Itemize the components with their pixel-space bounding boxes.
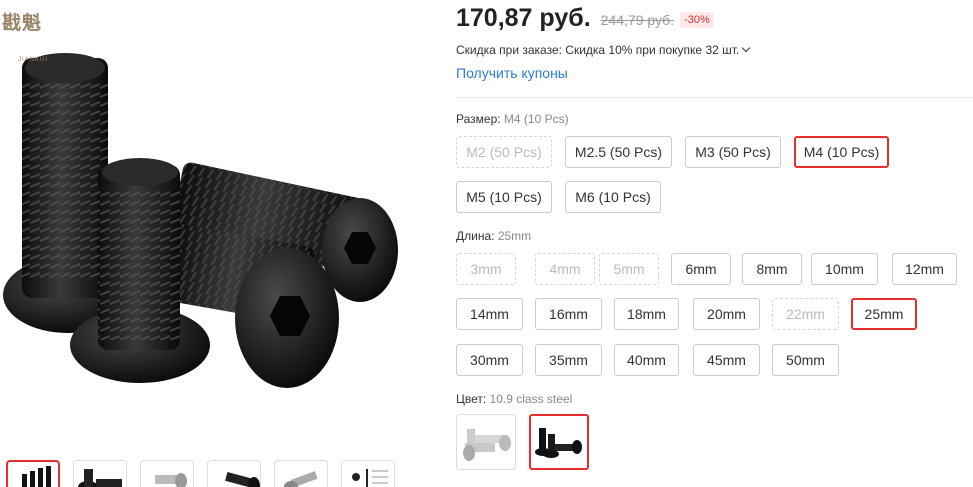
- length-option[interactable]: 5mm: [599, 253, 659, 285]
- length-option[interactable]: 25mm: [851, 298, 917, 330]
- length-option[interactable]: 10mm: [811, 253, 878, 285]
- length-option[interactable]: 35mm: [535, 344, 602, 376]
- color-selected-value: 10.9 class steel: [489, 392, 573, 406]
- size-option[interactable]: M4 (10 Pcs): [794, 136, 889, 168]
- chevron-down-icon: [742, 43, 751, 53]
- thumbnail-2[interactable]: [73, 460, 127, 487]
- main-product-image[interactable]: [0, 0, 430, 458]
- length-label: Длина: 25mm: [456, 229, 531, 243]
- size-label: Размер: M4 (10 Pcs): [456, 112, 569, 126]
- thumbnail-3[interactable]: [140, 460, 194, 487]
- length-option[interactable]: 20mm: [693, 298, 760, 330]
- length-option[interactable]: 14mm: [456, 298, 523, 330]
- thumbnail-4[interactable]: [207, 460, 261, 487]
- size-option[interactable]: M2.5 (50 Pcs): [565, 136, 672, 168]
- size-selected-value: M4 (10 Pcs): [503, 112, 569, 126]
- length-option[interactable]: 8mm: [742, 253, 802, 285]
- length-selected-value: 25mm: [497, 229, 532, 243]
- length-option[interactable]: 40mm: [614, 344, 679, 376]
- thumbnail-strip: [6, 460, 395, 487]
- size-option[interactable]: M3 (50 Pcs): [685, 136, 781, 168]
- color-option-black[interactable]: [529, 414, 589, 470]
- price-row: 170,87 руб. 244,79 руб. -30%: [456, 4, 714, 33]
- divider: [456, 97, 973, 98]
- length-option[interactable]: 45mm: [693, 344, 760, 376]
- size-label-text: Размер:: [456, 112, 504, 126]
- size-option[interactable]: M2 (50 Pcs): [456, 136, 552, 168]
- length-option[interactable]: 18mm: [614, 298, 679, 330]
- length-option[interactable]: 50mm: [772, 344, 839, 376]
- silver-bolts-image: [463, 429, 511, 461]
- size-option[interactable]: M6 (10 Pcs): [565, 181, 661, 213]
- thumbnail-1[interactable]: [6, 460, 60, 487]
- black-bolts-image: [535, 428, 582, 458]
- product-page: 戡魁 JIANKUI 170,87 руб. 244,79 руб. -30% …: [0, 0, 973, 487]
- color-label-text: Цвет:: [456, 392, 490, 406]
- color-label: Цвет: 10.9 class steel: [456, 392, 572, 406]
- thumbnail-6[interactable]: [341, 460, 395, 487]
- size-option[interactable]: M5 (10 Pcs): [456, 181, 552, 213]
- product-gallery: 戡魁 JIANKUI: [0, 0, 430, 487]
- brand-logo-text: 戡魁: [2, 12, 43, 34]
- current-price: 170,87 руб.: [456, 4, 591, 32]
- length-option[interactable]: 4mm: [535, 253, 595, 285]
- bulk-discount-dropdown[interactable]: Скидка при заказе: Скидка 10% при покупк…: [456, 43, 751, 57]
- length-option[interactable]: 12mm: [892, 253, 957, 285]
- thumbnail-5[interactable]: [274, 460, 328, 487]
- length-label-text: Длина:: [456, 229, 498, 243]
- discount-badge: -30%: [680, 11, 714, 28]
- bulk-discount-text: Скидка при заказе: Скидка 10% при покупк…: [456, 43, 740, 57]
- length-option[interactable]: 16mm: [535, 298, 602, 330]
- color-option-silver[interactable]: [456, 414, 516, 470]
- brand-logo-subtext: JIANKUI: [18, 57, 49, 63]
- length-option[interactable]: 22mm: [772, 298, 839, 330]
- brand-logo: 戡魁: [2, 8, 42, 35]
- length-option[interactable]: 30mm: [456, 344, 523, 376]
- get-coupons-link[interactable]: Получить купоны: [456, 65, 568, 81]
- old-price: 244,79 руб.: [600, 12, 675, 28]
- length-option[interactable]: 3mm: [456, 253, 516, 285]
- length-option[interactable]: 6mm: [671, 253, 731, 285]
